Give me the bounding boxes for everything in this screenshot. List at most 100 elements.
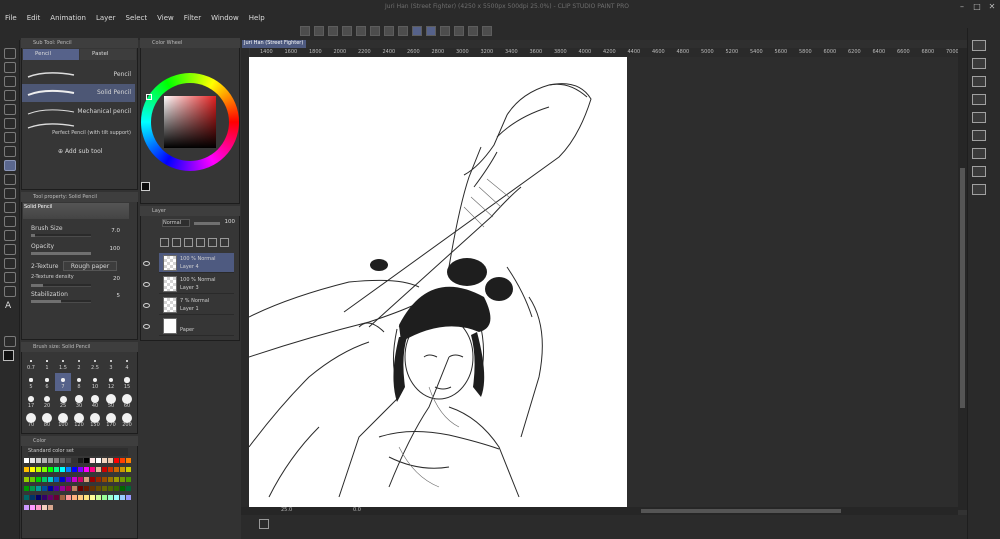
operation-tool-icon[interactable]: [4, 76, 16, 87]
clear-icon[interactable]: [328, 26, 338, 36]
color-swatch[interactable]: [90, 476, 95, 482]
color-swatch[interactable]: [108, 467, 113, 473]
material-icon-3[interactable]: [972, 112, 986, 123]
current-color-swatch[interactable]: [141, 182, 150, 191]
color-swatch[interactable]: [102, 495, 107, 501]
brush-size-option[interactable]: 170: [103, 411, 119, 429]
brush-size-option[interactable]: 4: [119, 354, 135, 372]
material-icon-4[interactable]: [972, 130, 986, 141]
drawing-paper[interactable]: [249, 57, 627, 507]
pencil-tool-icon[interactable]: [4, 160, 16, 171]
navigator-icon[interactable]: [972, 40, 986, 51]
subtool-item-mechanical-pencil[interactable]: Mechanical pencil: [22, 103, 135, 121]
menu-window[interactable]: Window: [206, 10, 244, 26]
brush-size-option[interactable]: 0.7: [23, 354, 39, 372]
brush-size-option[interactable]: 15: [119, 373, 135, 391]
brush-size-option[interactable]: 6: [39, 373, 55, 391]
minimize-icon[interactable]: –: [955, 2, 969, 12]
brush-size-option[interactable]: 30: [71, 392, 87, 410]
color-swatch[interactable]: [120, 458, 125, 463]
color-swatch[interactable]: [108, 458, 113, 463]
help-icon[interactable]: [482, 26, 492, 36]
brush-size-option[interactable]: 7: [55, 373, 71, 391]
brush-size-option[interactable]: 8: [71, 373, 87, 391]
brush-size-option[interactable]: 70: [23, 411, 39, 429]
color-swatch[interactable]: [48, 485, 53, 491]
blend-mode-select[interactable]: Normal: [162, 219, 190, 227]
fill-tool-icon[interactable]: [4, 244, 16, 255]
brush-size-option[interactable]: 20: [39, 392, 55, 410]
color-swatch[interactable]: [78, 485, 83, 491]
transform-icon[interactable]: [356, 26, 366, 36]
brush-tool-icon[interactable]: [4, 174, 16, 185]
color-swatch[interactable]: [42, 485, 47, 491]
color-swatch[interactable]: [72, 485, 77, 491]
brush-size-option[interactable]: 80: [39, 411, 55, 429]
brush-size-option[interactable]: 5: [23, 373, 39, 391]
color-swatch[interactable]: [66, 495, 71, 501]
color-swatch[interactable]: [48, 504, 53, 510]
zoom-tool-icon[interactable]: [4, 48, 16, 59]
color-swatch[interactable]: [30, 504, 35, 510]
color-swatch[interactable]: [36, 476, 41, 482]
color-swatch[interactable]: [42, 467, 47, 473]
menu-view[interactable]: View: [152, 10, 179, 26]
rotation-value[interactable]: 0.0: [353, 507, 361, 513]
brush-size-option[interactable]: 17: [23, 392, 39, 410]
color-swatch[interactable]: [60, 476, 65, 482]
color-swatch[interactable]: [36, 458, 41, 463]
color-swatch[interactable]: [120, 476, 125, 482]
fill-icon[interactable]: [342, 26, 352, 36]
texture-select[interactable]: Rough paper: [63, 261, 117, 271]
invert-icon[interactable]: [398, 26, 408, 36]
color-swatch[interactable]: [42, 495, 47, 501]
color-swatch[interactable]: [84, 495, 89, 501]
brush-size-option[interactable]: 40: [87, 392, 103, 410]
eye-icon[interactable]: [143, 303, 150, 308]
airbrush-tool-icon[interactable]: [4, 188, 16, 199]
eye-icon[interactable]: [143, 282, 150, 287]
color-swatch[interactable]: [42, 458, 47, 463]
brush-size-option[interactable]: 120: [71, 411, 87, 429]
color-swatch[interactable]: [24, 485, 29, 491]
delete-layer-icon[interactable]: [220, 238, 229, 247]
opacity-value[interactable]: 100: [96, 246, 121, 252]
color-swatch[interactable]: [60, 458, 65, 463]
color-swatch[interactable]: [30, 485, 35, 491]
color-swatch[interactable]: [78, 467, 83, 473]
brush-size-option[interactable]: 3: [103, 354, 119, 372]
color-swatch[interactable]: [30, 458, 35, 463]
eye-icon[interactable]: [143, 324, 150, 329]
brush-size-option[interactable]: 200: [119, 411, 135, 429]
vertical-scrollbar[interactable]: [958, 48, 967, 510]
move-tool-icon[interactable]: [4, 62, 16, 73]
color-swatch[interactable]: [54, 458, 59, 463]
color-swatch[interactable]: [24, 504, 29, 510]
color-swatch[interactable]: [114, 485, 119, 491]
brush-size-option[interactable]: 50: [103, 392, 119, 410]
stabilization-value[interactable]: 5: [96, 293, 121, 299]
color-swatch[interactable]: [48, 458, 53, 463]
texture-density-slider[interactable]: [31, 284, 91, 287]
color-swatch[interactable]: [36, 504, 41, 510]
brush-size-option[interactable]: 100: [55, 411, 71, 429]
color-swatch[interactable]: [90, 495, 95, 501]
ruler-icon[interactable]: [468, 26, 478, 36]
undo-icon[interactable]: [300, 26, 310, 36]
color-swatch[interactable]: [96, 485, 101, 491]
dock-toggle-icon[interactable]: [259, 519, 269, 529]
menu-select[interactable]: Select: [121, 10, 153, 26]
menu-animation[interactable]: Animation: [45, 10, 91, 26]
brush-size-option[interactable]: 1: [39, 354, 55, 372]
color-swatch[interactable]: [90, 485, 95, 491]
color-swatch[interactable]: [126, 476, 131, 482]
color-swatch[interactable]: [72, 476, 77, 482]
snap-grid-icon[interactable]: [426, 26, 436, 36]
color-swatch[interactable]: [42, 476, 47, 482]
deselect-icon[interactable]: [370, 26, 380, 36]
horizontal-scroll-thumb[interactable]: [641, 509, 841, 513]
color-swatch[interactable]: [108, 495, 113, 501]
selection-tool-icon[interactable]: [4, 104, 16, 115]
eye-icon[interactable]: [143, 261, 150, 266]
brush-size-value[interactable]: 7.0: [96, 228, 120, 234]
